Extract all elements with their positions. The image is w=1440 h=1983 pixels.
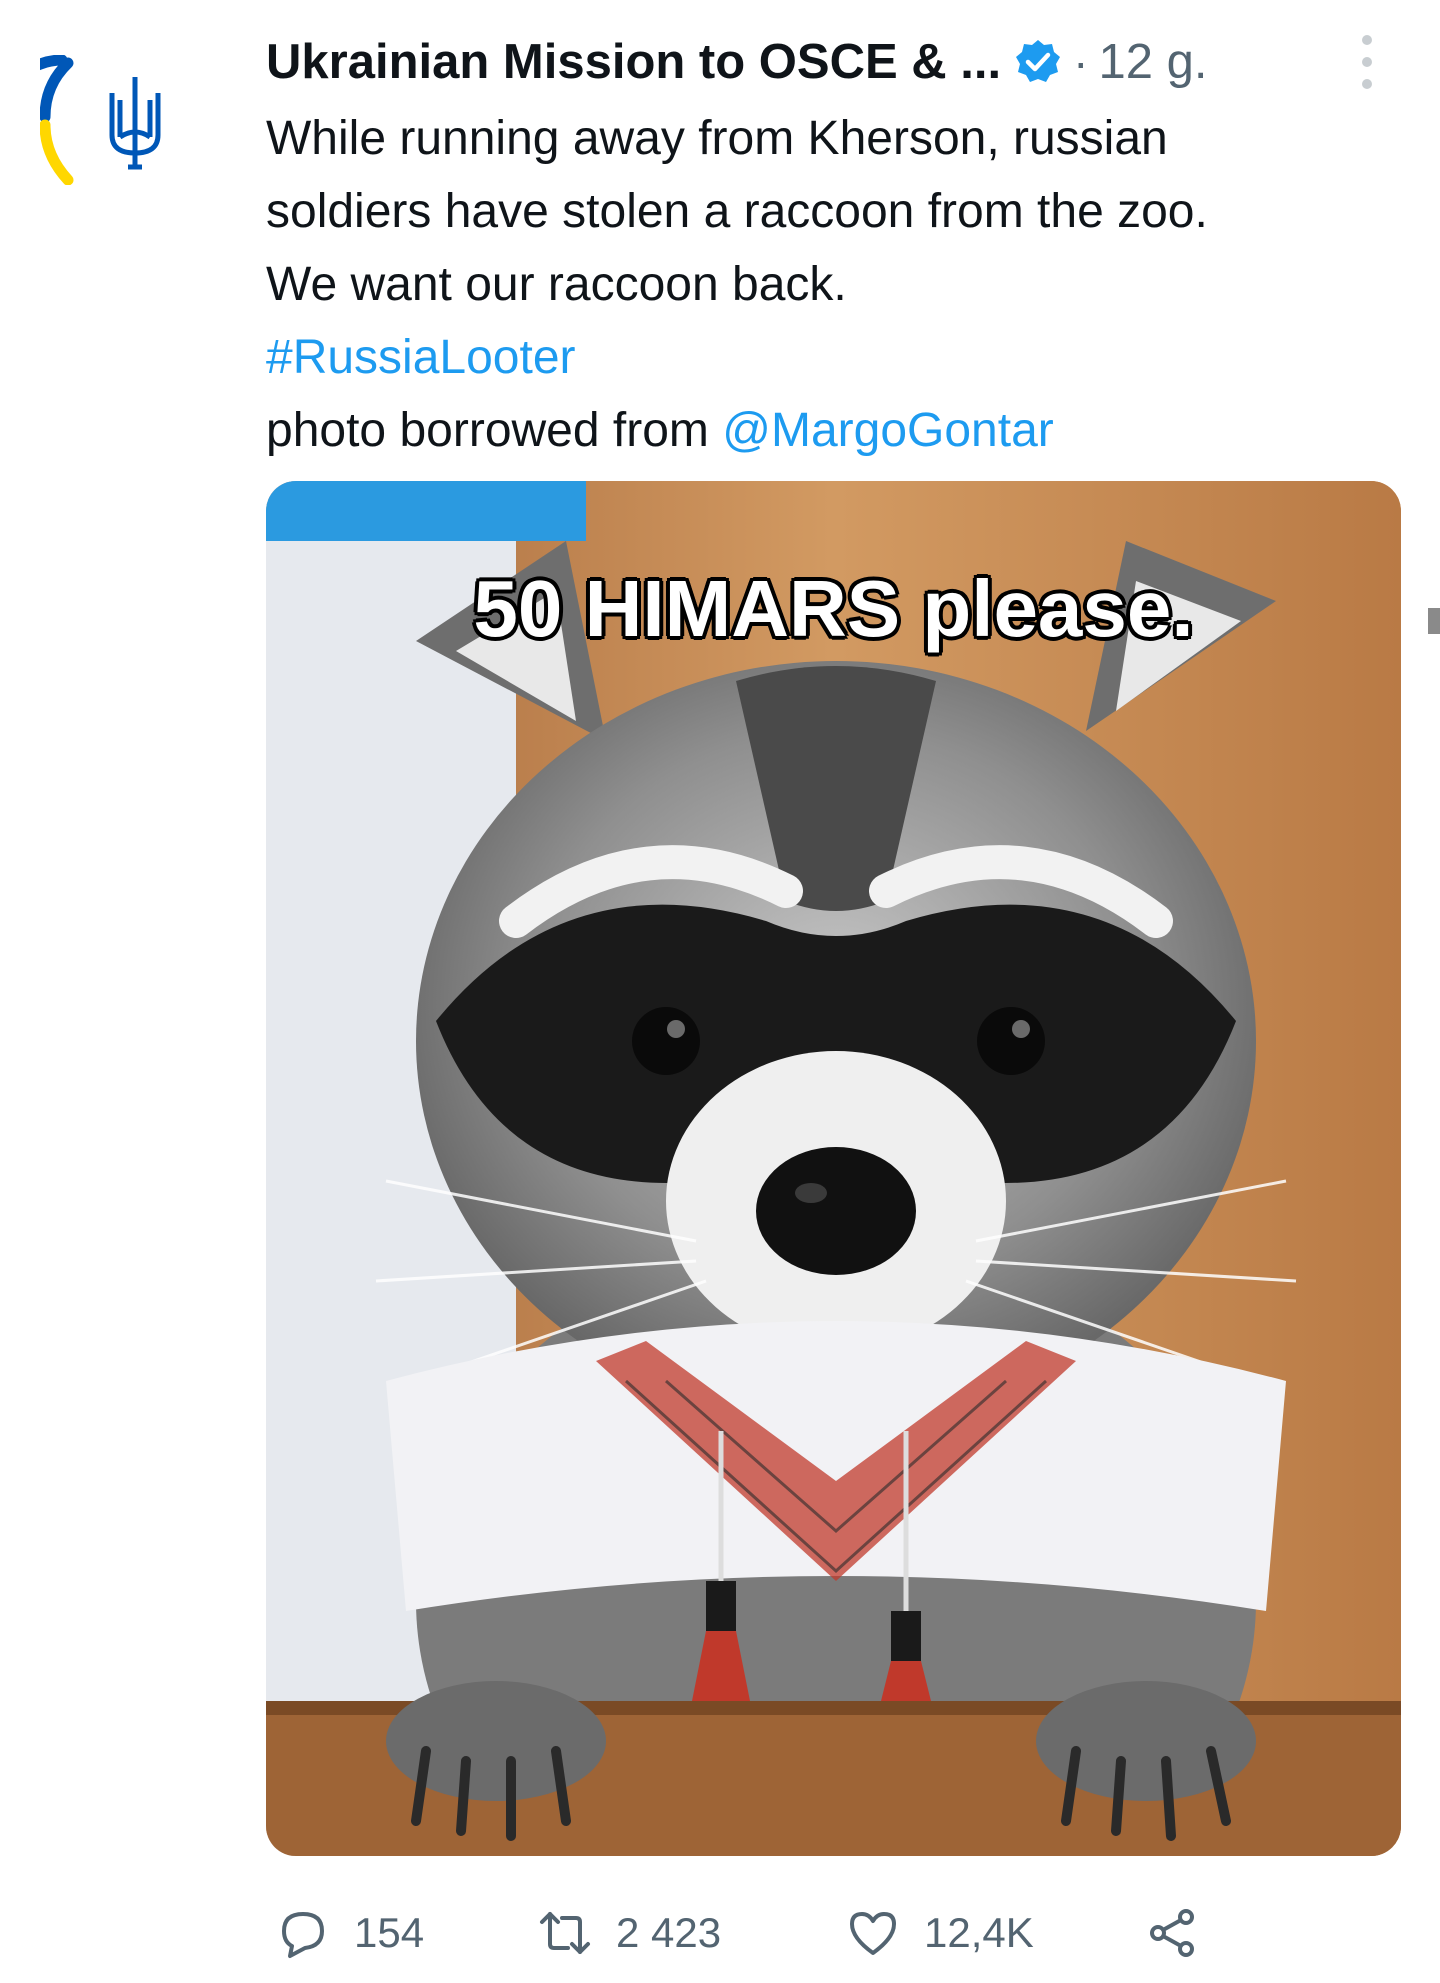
share-button[interactable] xyxy=(1146,1898,1224,1968)
reply-icon xyxy=(282,1912,324,1958)
tweet-header: Ukrainian Mission to OSCE & ... · 12 g. xyxy=(266,30,1420,94)
retweet-button[interactable]: 2 423 xyxy=(538,1898,721,1968)
mention-link[interactable]: @MargoGontar xyxy=(722,404,1054,457)
tweet-line-3: We want our raccoon back. xyxy=(266,258,847,311)
ukraine-trident-icon xyxy=(40,55,161,186)
scrollbar-thumb[interactable] xyxy=(1428,608,1440,634)
timestamp[interactable]: 12 g. xyxy=(1098,34,1207,90)
share-icon xyxy=(1150,1909,1194,1957)
reply-count: 154 xyxy=(354,1909,425,1956)
retweet-count: 2 423 xyxy=(616,1909,722,1956)
verified-badge-icon xyxy=(1016,40,1061,82)
credit-line: photo borrowed from @MargoGontar xyxy=(266,394,1396,467)
raccoon-photo xyxy=(266,481,1401,1856)
credit-prefix: photo borrowed from xyxy=(266,404,723,457)
hashtag-link[interactable]: #RussiaLooter xyxy=(266,321,1396,394)
tweet-text: While running away from Kherson, russian… xyxy=(266,102,1396,467)
separator-dot: · xyxy=(1073,36,1089,88)
retweet-icon xyxy=(540,1912,590,1954)
more-options-icon[interactable] xyxy=(1355,32,1379,92)
image-caption: 50 HIMARS please. xyxy=(473,564,1194,653)
tweet-actions: 154 2 423 12,4K xyxy=(276,1898,1276,1968)
tweet-image[interactable]: 50 HIMARS please. xyxy=(266,481,1401,1856)
like-count: 12,4K xyxy=(924,1909,1034,1956)
author-name[interactable]: Ukrainian Mission to OSCE & ... xyxy=(266,34,1001,90)
reply-button[interactable]: 154 xyxy=(276,1898,424,1968)
like-icon xyxy=(850,1912,896,1955)
like-button[interactable]: 12,4K xyxy=(846,1898,1034,1968)
tweet-line-1: While running away from Kherson, russian xyxy=(266,112,1168,165)
tweet-line-2: soldiers have stolen a raccoon from the … xyxy=(266,185,1208,238)
avatar[interactable] xyxy=(40,55,170,186)
